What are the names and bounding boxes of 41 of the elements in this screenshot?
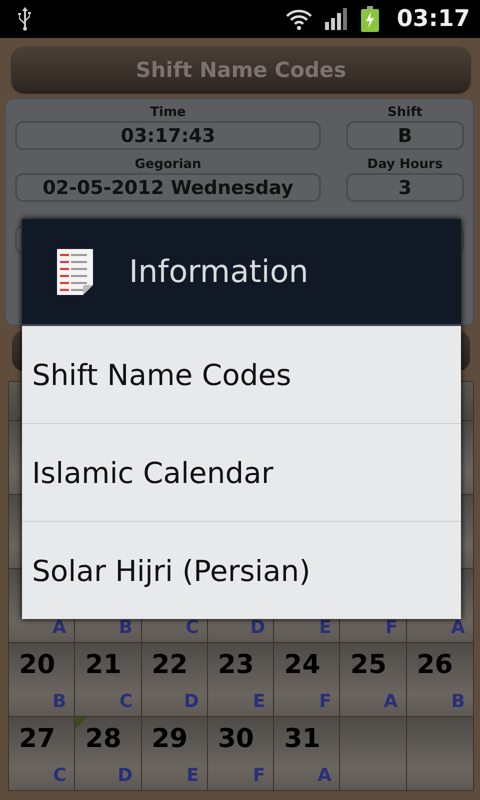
field-label: Day Hours	[367, 156, 443, 173]
shift-code: E	[186, 765, 199, 786]
day-number: 20	[19, 650, 56, 680]
field-label: Shift	[388, 104, 422, 121]
shift-code: D	[184, 691, 199, 712]
value-field: 03:17:43	[15, 121, 321, 150]
field-label: Gegorian	[134, 156, 202, 173]
shift-code: C	[119, 691, 133, 712]
day-number: 27	[19, 724, 56, 754]
shift-code: F	[252, 765, 266, 786]
day-number: 22	[152, 650, 188, 680]
dialog-title: Information	[129, 254, 308, 290]
shift-code: E	[252, 691, 266, 712]
day-number: 31	[284, 724, 320, 754]
day-number: 29	[152, 724, 188, 754]
shift-code: A	[52, 617, 66, 638]
day-number: 23	[218, 650, 254, 680]
shift-code: B	[451, 691, 465, 712]
shift-code: A	[451, 617, 465, 638]
shift-code: C	[186, 617, 199, 638]
shift-code: F	[319, 691, 332, 712]
day-number: 21	[85, 650, 122, 680]
shift-code: A	[317, 765, 332, 786]
day-number: 26	[416, 650, 453, 680]
shift-code: C	[53, 765, 66, 786]
value-field: 3	[346, 173, 464, 202]
shift-code: B	[52, 691, 66, 712]
shift-code: A	[384, 691, 398, 712]
shift-code: F	[385, 617, 398, 638]
shift-code: D	[118, 765, 133, 786]
day-number: 25	[350, 650, 387, 680]
field-label: Time	[150, 104, 186, 121]
day-number: 30	[218, 724, 254, 754]
day-number: 24	[284, 650, 320, 680]
shift-code: D	[250, 617, 266, 638]
value-field: B	[346, 121, 464, 150]
value-field: 02-05-2012 Wednesday	[15, 173, 321, 202]
shift-code: E	[319, 617, 332, 638]
day-number: 28	[85, 724, 122, 754]
shift-code: B	[118, 617, 133, 638]
clock: 03:17	[396, 6, 470, 32]
